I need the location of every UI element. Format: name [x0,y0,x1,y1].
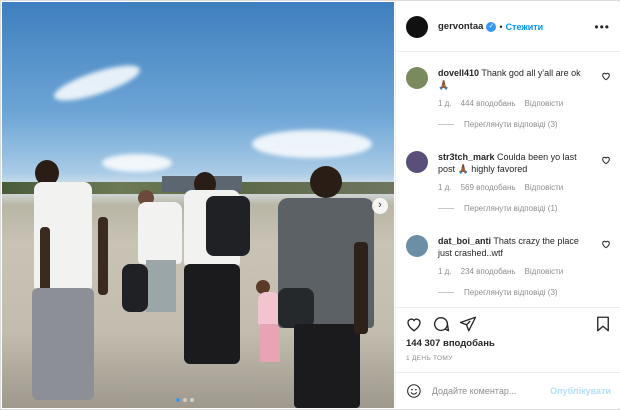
comment-username[interactable]: dovell410 [438,68,479,78]
comment-likes[interactable]: 569 вподобань [461,183,516,192]
heart-icon[interactable] [601,155,611,165]
avatar[interactable] [406,67,428,89]
post-side-panel: gervontaa ✓ • Стежити ••• dovell410 Than… [395,2,620,408]
post-actions [396,307,620,339]
comment-time: 1 д. [438,99,452,108]
reply-button[interactable]: Відповісти [525,183,564,192]
share-icon[interactable] [459,315,477,333]
comment-time: 1 д. [438,267,452,276]
cloud [252,130,372,158]
list-item: dat_boi_anti Thats crazy the place just … [396,221,620,303]
comment-likes[interactable]: 444 вподобань [461,99,516,108]
avatar[interactable] [406,151,428,173]
verified-icon: ✓ [486,21,497,32]
carousel-dot [190,398,194,402]
carousel-dot-active [176,398,180,402]
divider [438,292,454,293]
instagram-post-window: › gervontaa ✓ • Стежити ••• dovell410 Th… [0,0,620,410]
likes-count[interactable]: 144 307 вподобань [406,338,495,349]
heart-icon[interactable] [601,239,611,249]
avatar[interactable] [406,235,428,257]
comments-list: dovell410 Thank god all y'all are ok 🙏🏾 … [396,53,620,303]
comment-time: 1 д. [438,183,452,192]
heart-icon[interactable] [405,315,423,333]
post-timestamp: 1 ДЕНЬ ТОМУ [406,355,453,362]
comment-likes[interactable]: 234 вподобань [461,267,516,276]
follow-button[interactable]: Стежити [506,22,544,32]
post-photo[interactable]: › [2,2,394,408]
separator: • [499,21,503,32]
post-username[interactable]: gervontaa [438,21,483,32]
list-item: dovell410 Thank god all y'all are ok 🙏🏾 … [396,53,620,137]
chevron-right-icon[interactable]: › [372,198,388,214]
comment-icon[interactable] [432,315,450,333]
reply-button[interactable]: Відповісти [525,99,564,108]
publish-button[interactable]: Опублікувати [550,386,611,396]
emoji-icon[interactable] [406,383,422,399]
avatar[interactable] [406,15,428,38]
divider [438,208,454,209]
heart-icon[interactable] [601,71,611,81]
list-item: str3tch_mark Coulda been yo last post 🙏🏾… [396,137,620,221]
carousel-dot [183,398,187,402]
comment-username[interactable]: str3tch_mark [438,152,495,162]
view-replies-button[interactable]: Переглянути відповіді (1) [464,204,558,213]
post-header: gervontaa ✓ • Стежити ••• [396,2,620,52]
divider [438,124,454,125]
cloud [50,58,144,108]
add-comment-bar: Опублікувати [396,372,620,408]
view-replies-button[interactable]: Переглянути відповіді (3) [464,288,558,297]
reply-button[interactable]: Відповісти [525,267,564,276]
carousel-dots [176,398,194,402]
comment-username[interactable]: dat_boi_anti [438,236,491,246]
bookmark-icon[interactable] [594,315,612,333]
comment-input[interactable] [431,385,551,396]
view-replies-button[interactable]: Переглянути відповіді (3) [464,120,558,129]
more-icon[interactable]: ••• [594,20,610,34]
cloud [102,154,172,172]
